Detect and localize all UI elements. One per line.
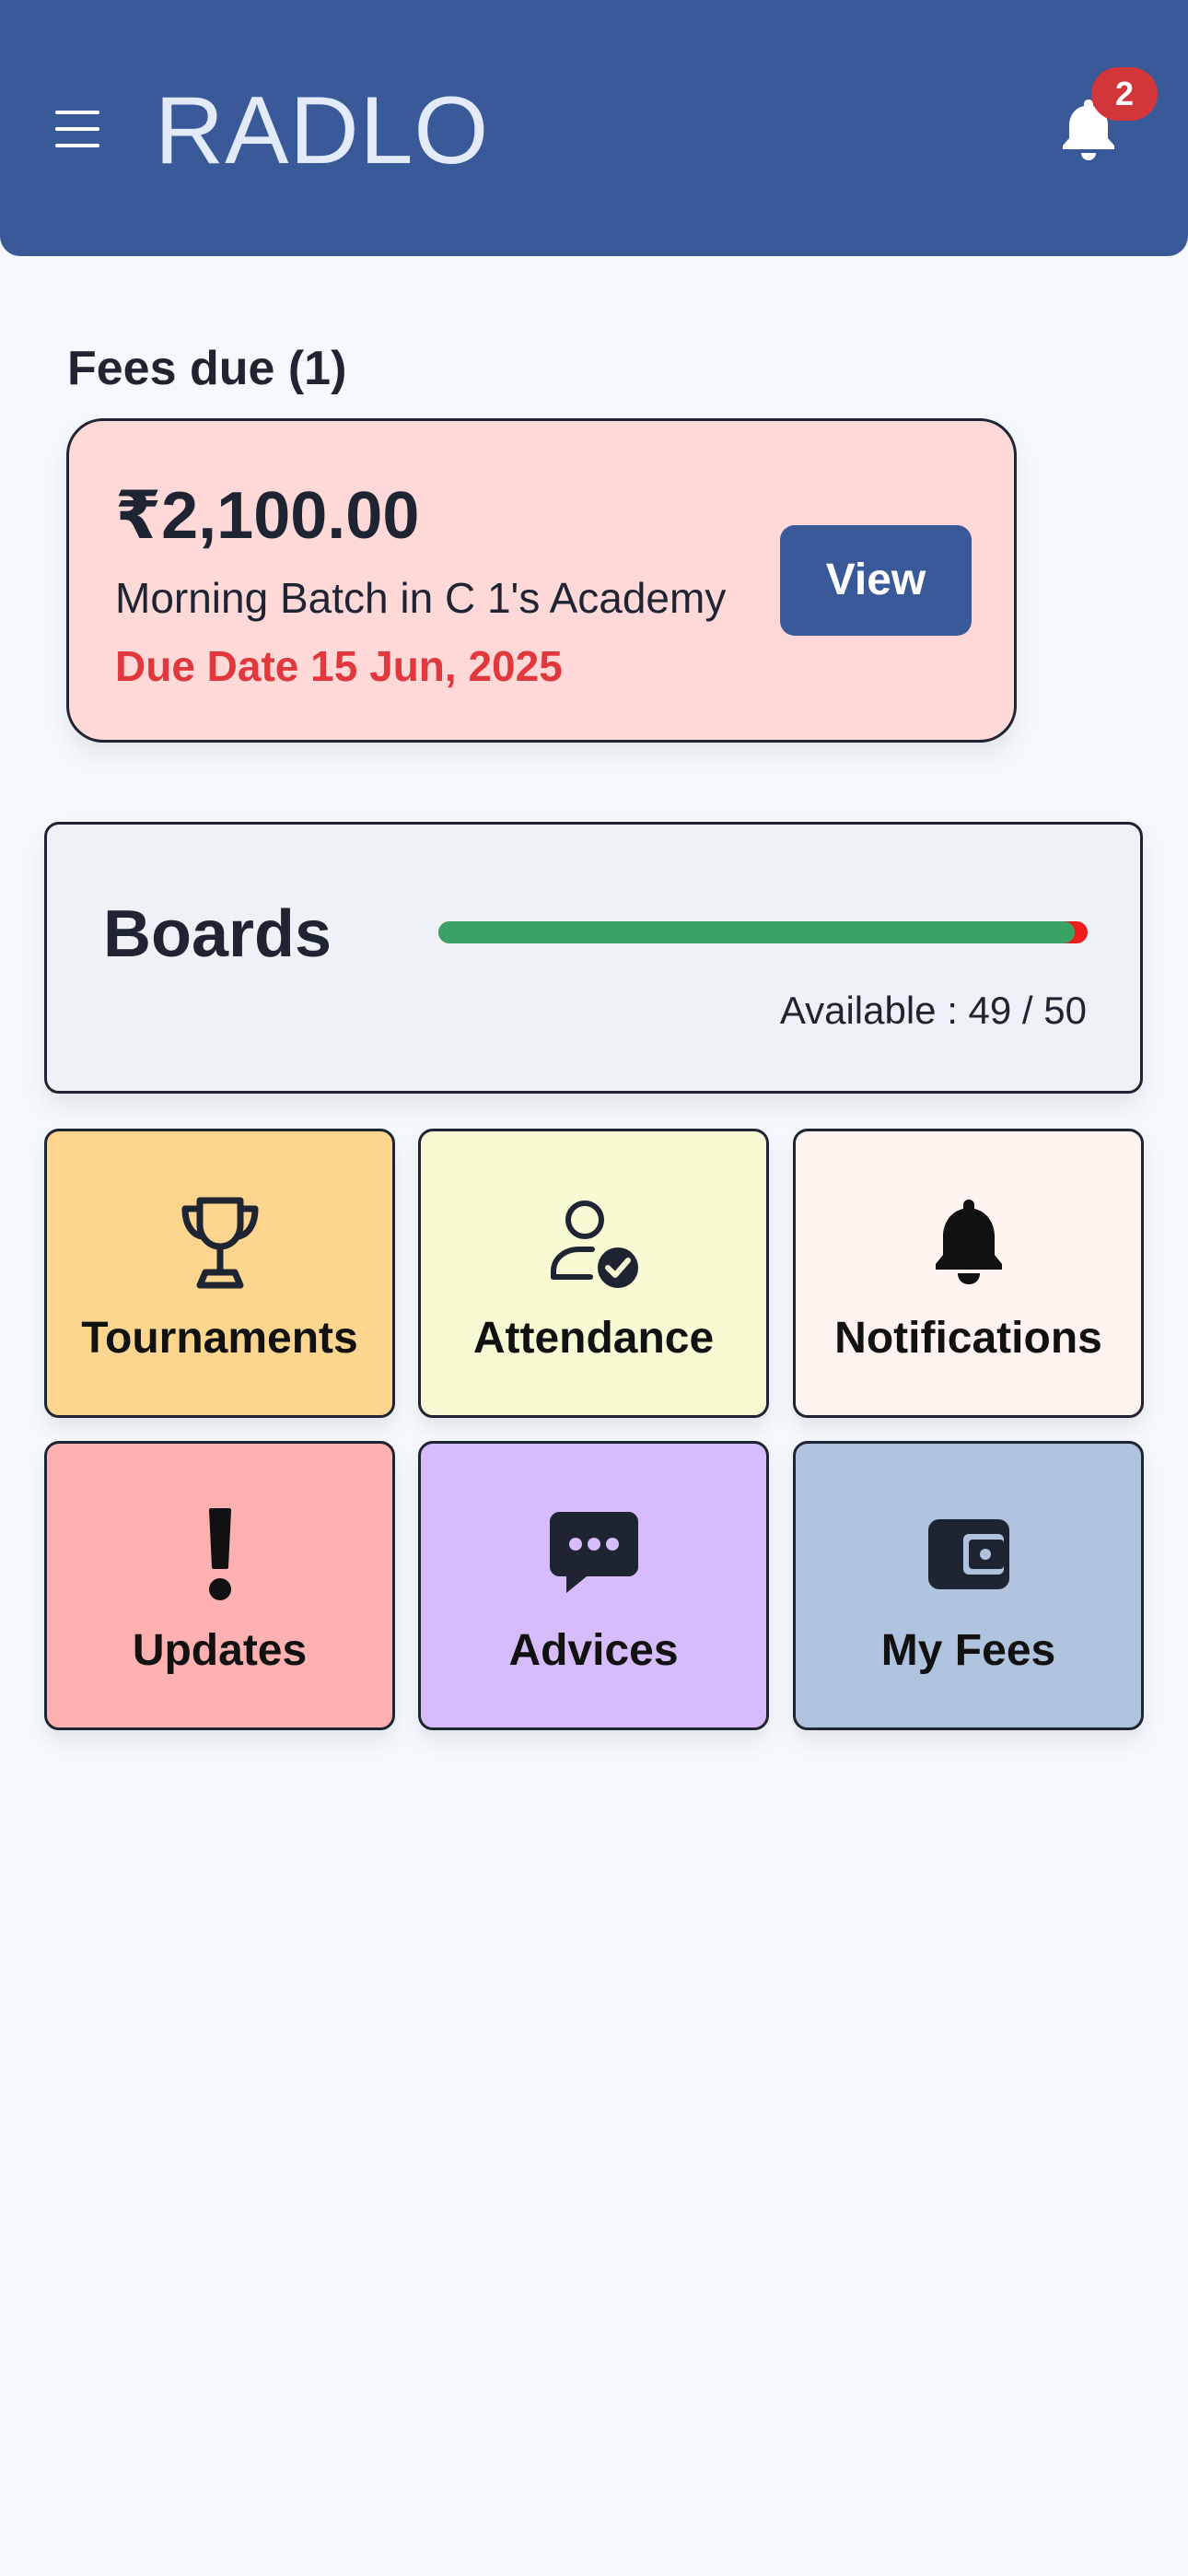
notifications-tile[interactable]: Notifications bbox=[793, 1129, 1144, 1418]
fee-amount: ₹2,100.00 bbox=[115, 479, 420, 553]
tile-label: Advices bbox=[508, 1626, 679, 1675]
chat-bubble-icon bbox=[549, 1512, 638, 1593]
my-fees-tile[interactable]: My Fees bbox=[793, 1441, 1144, 1730]
boards-available-text: Available : 49 / 50 bbox=[779, 989, 1087, 1032]
app-header: RADLO 2 bbox=[0, 0, 1188, 256]
boards-card[interactable]: Boards Available : 49 / 50 bbox=[44, 822, 1143, 1094]
wallet-icon bbox=[927, 1519, 1009, 1589]
fees-due-heading: Fees due (1) bbox=[67, 342, 347, 395]
view-fee-button[interactable]: View bbox=[780, 525, 972, 636]
tile-label: Attendance bbox=[472, 1314, 715, 1363]
tile-label: Tournaments bbox=[81, 1314, 358, 1363]
boards-title: Boards bbox=[103, 897, 332, 971]
bell-icon bbox=[935, 1200, 1002, 1284]
hamburger-menu-icon[interactable] bbox=[53, 105, 103, 153]
fee-due-card: ₹2,100.00 Morning Batch in C 1's Academy… bbox=[66, 418, 1017, 743]
fee-due-date: Due Date 15 Jun, 2025 bbox=[115, 642, 563, 690]
tile-label: Updates bbox=[132, 1626, 308, 1675]
tile-label: My Fees bbox=[880, 1626, 1056, 1675]
fee-description: Morning Batch in C 1's Academy bbox=[115, 574, 727, 622]
tournaments-tile[interactable]: Tournaments bbox=[44, 1129, 395, 1418]
exclamation-icon bbox=[208, 1508, 231, 1600]
boards-progress-fill bbox=[438, 921, 1075, 943]
updates-tile[interactable]: Updates bbox=[44, 1441, 395, 1730]
attendance-tile[interactable]: Attendance bbox=[418, 1129, 769, 1418]
tile-label: Notifications bbox=[834, 1314, 1102, 1363]
app-title: RADLO bbox=[155, 77, 490, 184]
trophy-icon bbox=[181, 1197, 258, 1289]
advices-tile[interactable]: Advices bbox=[418, 1441, 769, 1730]
notification-count-badge: 2 bbox=[1091, 67, 1158, 121]
user-check-icon bbox=[550, 1200, 638, 1288]
boards-progress-bar bbox=[438, 921, 1088, 943]
